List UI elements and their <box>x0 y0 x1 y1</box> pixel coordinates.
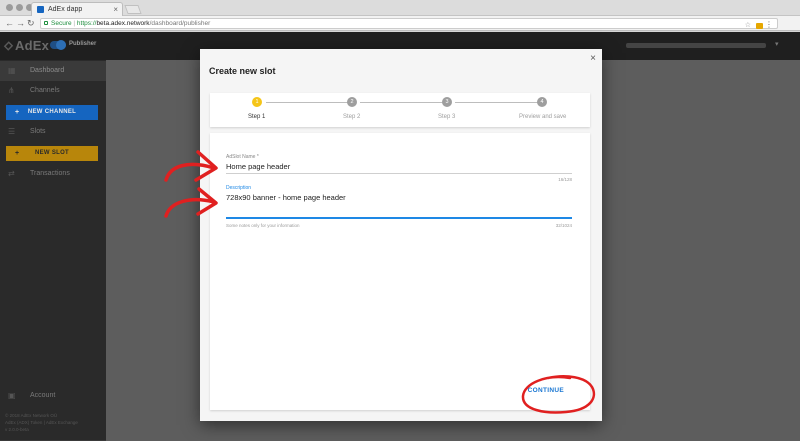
new-slot-button[interactable]: + NEW SLOT <box>6 146 98 161</box>
bookmark-star-icon[interactable]: ☆ <box>745 21 751 30</box>
step-3-label: Step 3 <box>438 114 456 120</box>
tab-title: AdEx dapp <box>48 6 83 13</box>
favicon-icon <box>37 6 44 13</box>
url-host: beta.adex.network <box>96 20 150 27</box>
adslot-name-label: AdSlot Name * <box>226 154 259 160</box>
slots-icon: ☰ <box>8 127 16 136</box>
browser-tabstrip: AdEx dapp × <box>0 0 800 16</box>
browser-menu-icon[interactable]: ⋮ <box>765 20 773 29</box>
adslot-name-counter: 16/128 <box>558 177 572 182</box>
account-address[interactable] <box>626 43 766 48</box>
close-window-icon[interactable] <box>6 4 13 11</box>
create-slot-dialog: Create new slot × 1 2 3 4 Step 1 Step 2 … <box>200 49 602 421</box>
sidebar-item-account[interactable]: ▣ Account <box>0 386 106 406</box>
account-icon: ▣ <box>8 391 16 400</box>
address-bar-row: ← → ↻ Secure | https://beta.adex.network… <box>0 16 800 31</box>
description-hint: Some notes only for your information <box>226 223 300 228</box>
chevron-down-icon[interactable]: ▾ <box>775 40 779 48</box>
close-tab-icon[interactable]: × <box>113 3 118 16</box>
sidebar-item-dashboard[interactable]: ▦ Dashboard <box>0 61 106 81</box>
browser-tab[interactable]: AdEx dapp × <box>31 2 123 16</box>
adex-logo[interactable]: AdEx <box>3 38 49 53</box>
minimize-window-icon[interactable] <box>16 4 23 11</box>
plus-icon: + <box>15 150 20 157</box>
transactions-icon: ⇄ <box>8 169 15 178</box>
adslot-name-input[interactable]: Home page header <box>226 162 290 171</box>
description-counter: 32/1024 <box>555 223 572 228</box>
new-tab-button[interactable] <box>124 5 142 14</box>
sidebar-item-transactions[interactable]: ⇄ Transactions <box>0 164 106 184</box>
plus-icon: + <box>15 109 20 116</box>
step-1-label: Step 1 <box>248 114 266 120</box>
description-label: Description <box>226 185 252 191</box>
description-underline <box>226 217 572 219</box>
lock-icon <box>44 21 48 25</box>
sidebar-item-channels[interactable]: ⋔ Channels <box>0 81 106 101</box>
step-4-indicator: 4 <box>537 97 547 107</box>
back-icon[interactable]: ← <box>5 18 14 29</box>
step-4-label: Preview and save <box>519 114 567 120</box>
stepper: 1 2 3 4 Step 1 Step 2 Step 3 Preview and… <box>210 93 590 127</box>
channels-icon: ⋔ <box>8 86 15 95</box>
extension-icon[interactable] <box>756 23 763 29</box>
step-connector <box>266 102 349 103</box>
forward-icon[interactable]: → <box>16 18 25 29</box>
url-input[interactable]: Secure | https://beta.adex.network/dashb… <box>40 18 778 29</box>
dialog-title: Create new slot <box>209 66 276 76</box>
adex-logo-icon <box>3 41 14 51</box>
step-connector <box>455 102 539 103</box>
step-2-indicator: 2 <box>347 97 357 107</box>
role-label: Publisher <box>69 41 97 47</box>
step-2-label: Step 2 <box>343 114 361 120</box>
new-channel-button[interactable]: + NEW CHANNEL <box>6 105 98 120</box>
description-textarea[interactable]: 728x90 banner - home page header <box>226 193 346 202</box>
sidebar: ▦ Dashboard ⋔ Channels + NEW CHANNEL ☰ S… <box>0 60 106 441</box>
role-toggle[interactable] <box>50 40 66 50</box>
continue-button[interactable]: CONTINUE <box>528 387 564 394</box>
secure-label: Secure <box>51 20 72 27</box>
sidebar-footer: © 2018 AdEx Network OÜ AdEx (ADX) Token … <box>5 413 78 432</box>
slot-form: AdSlot Name * Home page header 16/128 De… <box>210 133 590 410</box>
adslot-name-underline <box>226 173 572 174</box>
sidebar-item-slots[interactable]: ☰ Slots <box>0 122 106 142</box>
url-scheme: https:// <box>76 20 97 27</box>
step-connector <box>360 102 444 103</box>
step-3-indicator: 3 <box>442 97 452 107</box>
close-icon[interactable]: × <box>590 53 596 64</box>
url-path: /dashboard/publisher <box>149 20 211 27</box>
reload-icon[interactable]: ↻ <box>27 18 35 29</box>
dashboard-icon: ▦ <box>8 66 16 75</box>
step-1-indicator: 1 <box>252 97 262 107</box>
